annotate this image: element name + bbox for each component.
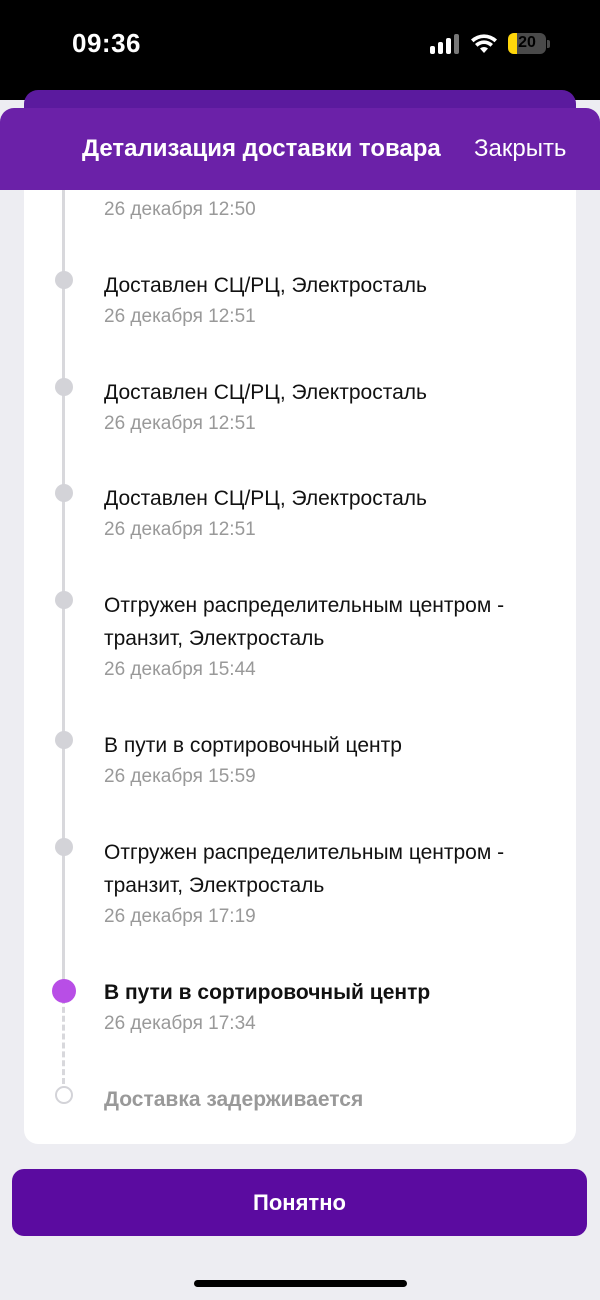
sheet-header: Детализация доставки товара Закрыть: [0, 108, 600, 190]
event-title: Отгружен распределительным центром - тра…: [104, 594, 505, 650]
event-title: В пути в сортировочный центр: [104, 734, 402, 757]
event-time: 26 декабря 12:51: [104, 413, 256, 434]
event-title: Доставлен СЦ/РЦ, Электросталь: [104, 381, 427, 404]
status-bar: 09:36 20: [0, 0, 600, 100]
close-button[interactable]: Закрыть: [474, 135, 566, 163]
cellular-signal-icon: [430, 34, 462, 54]
timeline-dot: [55, 271, 73, 289]
timeline-dot: [55, 838, 73, 856]
event-time: 26 декабря 12:51: [104, 306, 256, 327]
wifi-icon: [471, 34, 497, 53]
event-title: В пути в сортировочный центр: [104, 981, 431, 1004]
timeline-event: Доставлен СЦ/РЦ, Электросталь 26 декабря…: [104, 376, 564, 439]
delivery-timeline-card: 26 декабря 12:50 Доставлен СЦ/РЦ, Электр…: [24, 190, 576, 1144]
timeline-event: Доставлен СЦ/РЦ, Электросталь 26 декабря…: [104, 269, 564, 332]
event-title: Доставлен СЦ/РЦ, Электросталь: [104, 487, 427, 510]
event-title: Доставлен СЦ/РЦ, Электросталь: [104, 274, 427, 297]
event-time: 26 декабря 12:51: [104, 519, 256, 540]
timeline-dot: [55, 591, 73, 609]
page-title: Детализация доставки товара: [82, 135, 441, 162]
event-time: 26 декабря 15:59: [104, 766, 256, 787]
timeline-dot: [55, 484, 73, 502]
home-indicator[interactable]: [194, 1280, 407, 1287]
timeline-dot: [55, 378, 73, 396]
event-title: Отгружен распределительным центром - тра…: [104, 841, 505, 897]
timeline-event-partial: 26 декабря 12:50: [104, 195, 564, 225]
timeline-event-current: В пути в сортировочный центр 26 декабря …: [104, 976, 564, 1039]
status-time: 09:36: [72, 28, 141, 58]
timeline-event: Отгружен распределительным центром - тра…: [104, 589, 564, 685]
ok-button[interactable]: Понятно: [12, 1169, 587, 1236]
timeline-event: Доставлен СЦ/РЦ, Электросталь 26 декабря…: [104, 482, 564, 545]
timeline-dashed-line: [62, 998, 65, 1084]
timeline-event-pending: Доставка задерживается: [104, 1083, 564, 1116]
event-time: 26 декабря 17:19: [104, 906, 256, 927]
event-title: Доставка задерживается: [104, 1088, 364, 1111]
timeline-line: [62, 190, 65, 985]
timeline-dot: [55, 731, 73, 749]
battery-level: 20: [518, 34, 536, 51]
event-time: 26 декабря 12:50: [104, 199, 256, 220]
timeline-dot-pending: [55, 1086, 73, 1104]
event-time: 26 декабря 17:34: [104, 1013, 256, 1034]
timeline-event: В пути в сортировочный центр 26 декабря …: [104, 729, 564, 792]
battery-icon: 20: [508, 33, 546, 54]
timeline-dot-current: [52, 979, 76, 1003]
timeline-event: Отгружен распределительным центром - тра…: [104, 836, 564, 932]
event-time: 26 декабря 15:44: [104, 659, 256, 680]
